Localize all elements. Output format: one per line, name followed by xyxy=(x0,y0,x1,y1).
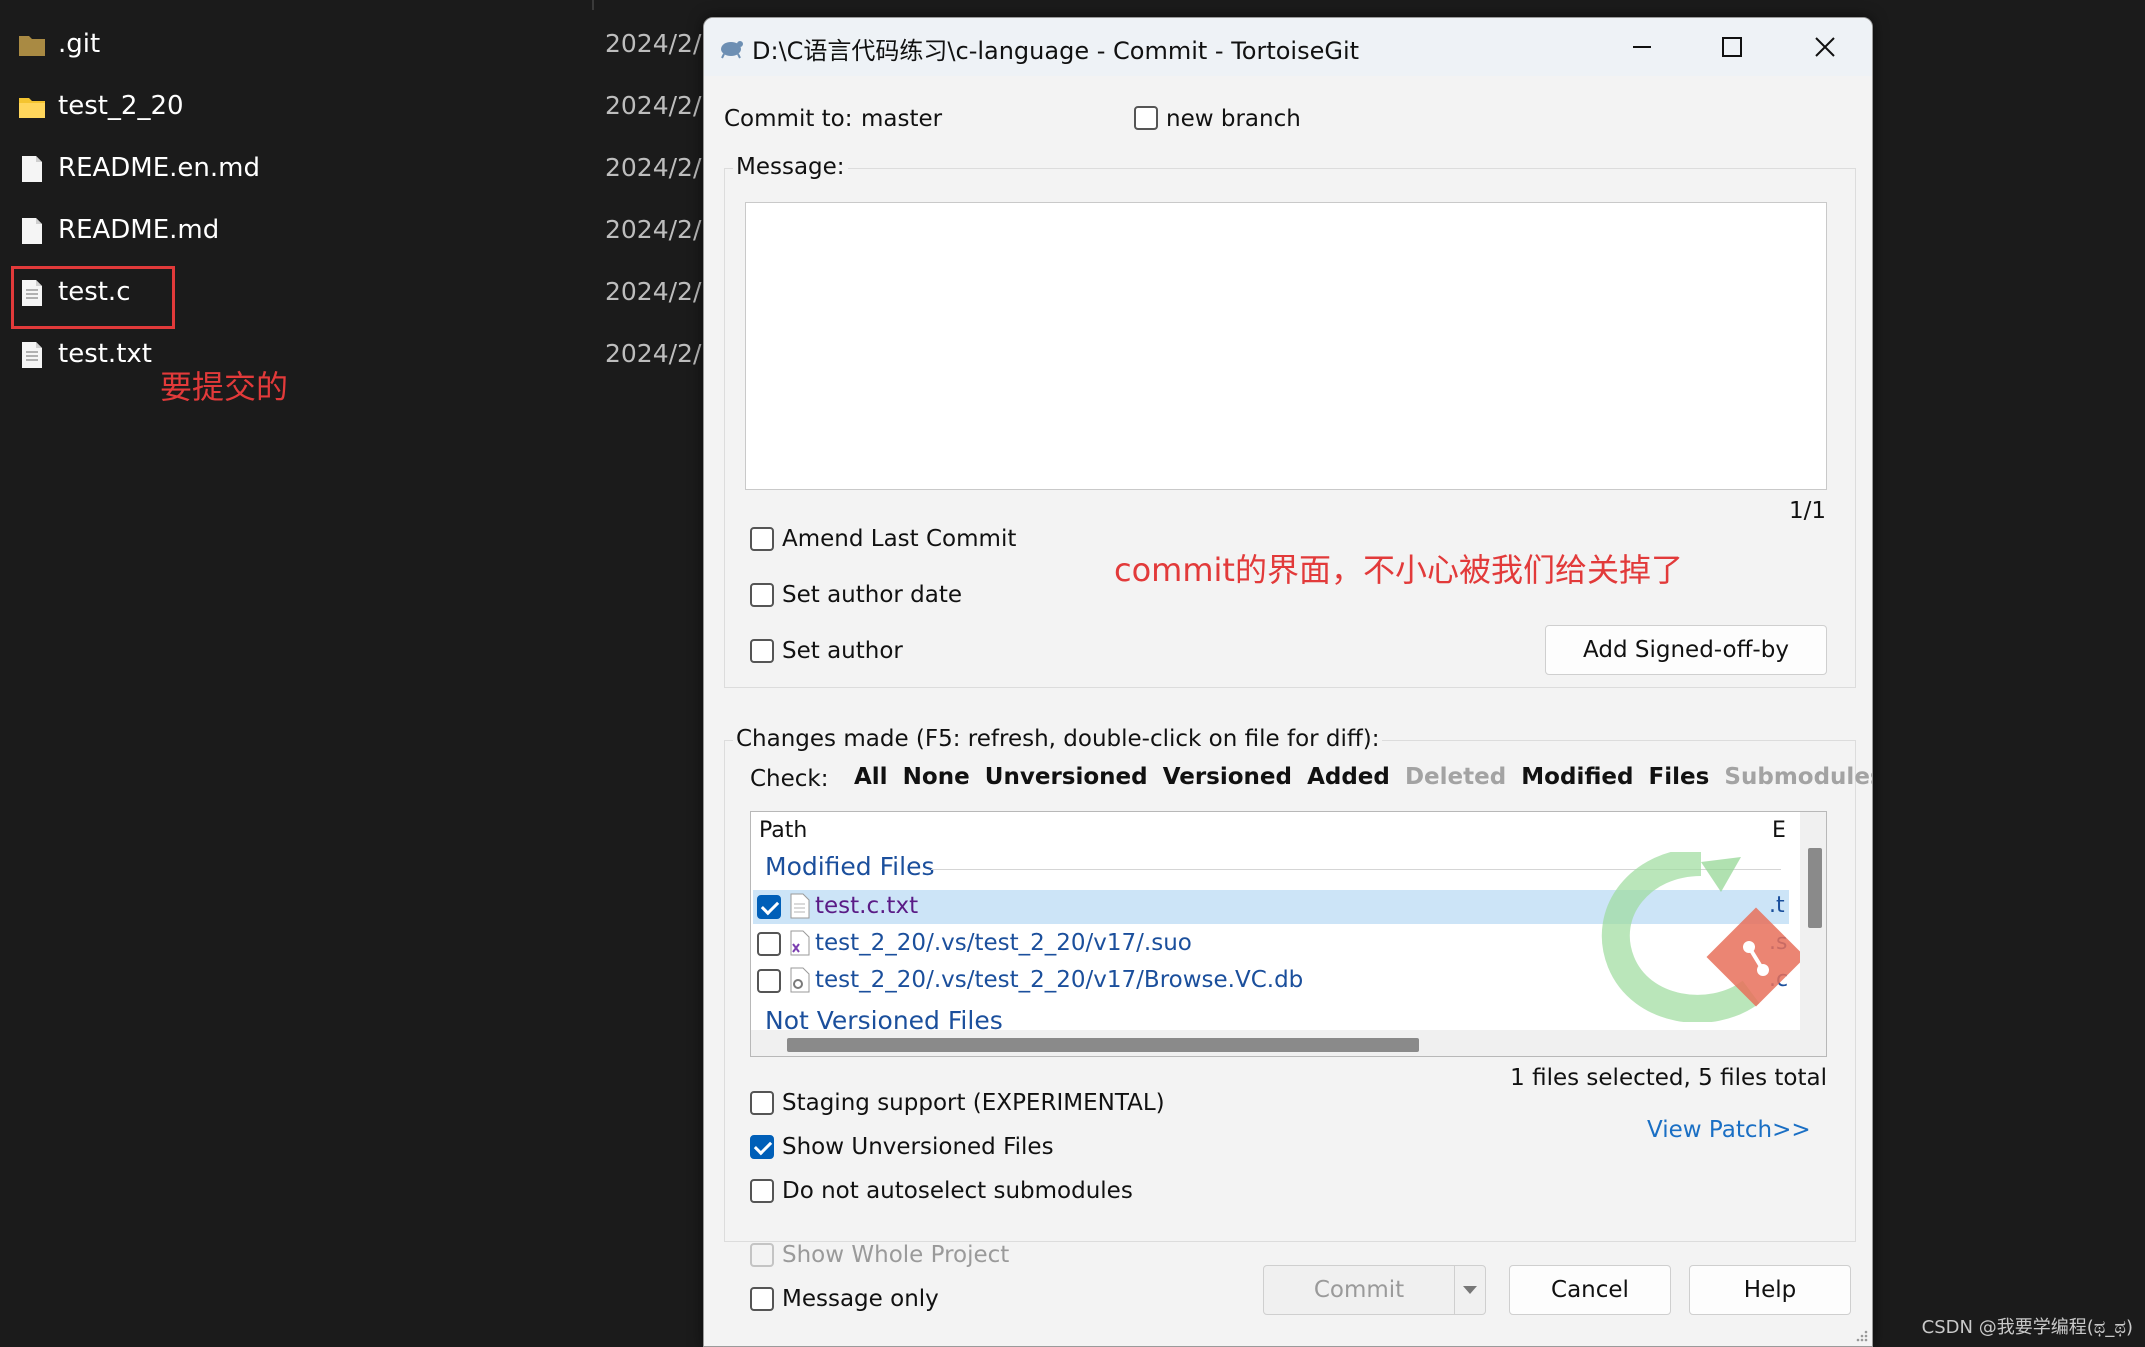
file-date: 2024/2/2 xyxy=(605,29,718,58)
close-button[interactable] xyxy=(1780,18,1870,76)
filter-submodules-link: Submodules xyxy=(1724,764,1873,790)
group-modified-files: Modified Files xyxy=(765,852,935,881)
folder-dark-icon xyxy=(19,36,45,56)
cancel-button[interactable]: Cancel xyxy=(1509,1265,1671,1315)
show-unversioned-checkbox[interactable] xyxy=(750,1135,774,1159)
text-file-icon xyxy=(790,893,810,919)
view-patch-link[interactable]: View Patch>> xyxy=(1647,1117,1811,1143)
help-button[interactable]: Help xyxy=(1689,1265,1851,1315)
text-file-icon xyxy=(22,342,42,368)
maximize-button[interactable] xyxy=(1687,18,1777,76)
commit-button[interactable]: Commit xyxy=(1263,1265,1455,1315)
file-date: 2024/2/2 xyxy=(605,339,718,368)
check-label: Check: xyxy=(750,766,829,792)
message-only-label: Message only xyxy=(782,1286,939,1312)
filter-all-link[interactable]: All xyxy=(854,764,888,790)
row-checkbox[interactable] xyxy=(757,932,781,956)
minimize-button[interactable] xyxy=(1597,18,1687,76)
staging-support-label: Staging support (EXPERIMENTAL) xyxy=(782,1090,1165,1116)
horizontal-scrollbar[interactable] xyxy=(751,1030,1826,1056)
changed-files-list[interactable]: Path E Modified Files test.c.txt .t test… xyxy=(750,811,1827,1057)
changes-label: Changes made (F5: refresh, double-click … xyxy=(733,726,1383,752)
amend-last-commit-checkbox[interactable] xyxy=(750,527,774,551)
file-row-git[interactable]: .git 2024/2/2 xyxy=(18,20,718,70)
file-date: 2024/2/2 xyxy=(605,91,718,120)
vertical-scrollbar[interactable] xyxy=(1800,812,1826,1056)
files-status-text: 1 files selected, 5 files total xyxy=(1510,1065,1827,1091)
file-path: test_2_20/.vs/test_2_20/v17/.suo xyxy=(815,930,1192,956)
file-name: README.en.md xyxy=(58,153,260,183)
new-branch-label: new branch xyxy=(1166,106,1301,132)
no-autoselect-submodules-checkbox[interactable] xyxy=(750,1179,774,1203)
column-header-path[interactable]: Path xyxy=(759,818,807,843)
file-date: 2024/2/2 xyxy=(605,277,718,306)
row-checkbox[interactable] xyxy=(757,969,781,993)
file-name: README.md xyxy=(58,215,220,245)
check-filter-links: All None Unversioned Versioned Added Del… xyxy=(854,764,1873,790)
file-explorer: .git 2024/2/2 test_2_20 2024/2/2 README.… xyxy=(0,0,720,1345)
show-unversioned-label: Show Unversioned Files xyxy=(782,1134,1054,1160)
csdn-watermark: CSDN @我要学编程(ಥ_ಥ) xyxy=(1921,1317,2133,1338)
show-whole-project-checkbox xyxy=(750,1243,774,1267)
file-row-test-txt[interactable]: test.txt 2024/2/2 xyxy=(18,330,718,380)
commit-dialog: D:\C语言代码练习\c-language - Commit - Tortois… xyxy=(703,17,1873,1347)
commit-message-textarea[interactable] xyxy=(745,202,1827,490)
filter-unversioned-link[interactable]: Unversioned xyxy=(985,764,1148,790)
visual-studio-file-icon xyxy=(790,930,810,956)
minimize-icon xyxy=(1633,46,1651,48)
filter-added-link[interactable]: Added xyxy=(1307,764,1390,790)
folder-icon xyxy=(19,98,45,118)
column-header-ext[interactable]: E xyxy=(1772,818,1786,843)
file-row-readme[interactable]: README.md 2024/2/2 xyxy=(18,206,718,256)
branch-name: master xyxy=(861,106,943,132)
filter-files-link[interactable]: Files xyxy=(1649,764,1710,790)
maximize-icon xyxy=(1722,37,1742,57)
commit-to-label: Commit to: xyxy=(724,106,853,132)
staging-support-checkbox[interactable] xyxy=(750,1091,774,1115)
file-name: test_2_20 xyxy=(58,91,184,121)
annotation-to-commit: 要提交的 xyxy=(160,368,289,406)
tortoisegit-watermark-icon xyxy=(1601,852,1806,1022)
set-author-date-label: Set author date xyxy=(782,582,963,608)
chevron-down-icon xyxy=(1463,1286,1477,1294)
filter-versioned-link[interactable]: Versioned xyxy=(1163,764,1292,790)
amend-last-commit-label: Amend Last Commit xyxy=(782,526,1017,552)
row-checkbox[interactable] xyxy=(757,895,781,919)
close-icon xyxy=(1815,37,1835,57)
filter-none-link[interactable]: None xyxy=(903,764,970,790)
file-icon xyxy=(22,218,42,244)
show-whole-project-label: Show Whole Project xyxy=(782,1242,1010,1268)
file-row-readme-en[interactable]: README.en.md 2024/2/2 xyxy=(18,144,718,194)
set-author-checkbox[interactable] xyxy=(750,639,774,663)
message-counter: 1/1 xyxy=(1789,498,1827,524)
file-icon xyxy=(22,156,42,182)
vertical-scroll-thumb[interactable] xyxy=(1808,848,1822,928)
message-only-checkbox[interactable] xyxy=(750,1287,774,1311)
column-separator[interactable] xyxy=(592,0,594,10)
resize-grip-icon[interactable] xyxy=(1854,1328,1868,1342)
new-branch-checkbox[interactable] xyxy=(1134,106,1158,130)
add-signed-off-by-button[interactable]: Add Signed-off-by xyxy=(1545,625,1827,675)
title-bar[interactable]: D:\C语言代码练习\c-language - Commit - Tortois… xyxy=(704,18,1872,76)
filter-modified-link[interactable]: Modified xyxy=(1521,764,1633,790)
file-date: 2024/2/2 xyxy=(605,153,718,182)
file-date: 2024/2/2 xyxy=(605,215,718,244)
set-author-label: Set author xyxy=(782,638,903,664)
commit-dropdown-button[interactable] xyxy=(1454,1265,1486,1315)
annotation-dialog-closed: commit的界面，不小心被我们给关掉了 xyxy=(1114,551,1683,589)
database-file-icon xyxy=(790,967,810,993)
set-author-date-checkbox[interactable] xyxy=(750,583,774,607)
filter-deleted-link: Deleted xyxy=(1404,764,1507,790)
no-autoselect-submodules-label: Do not autoselect submodules xyxy=(782,1178,1133,1204)
window-title: D:\C语言代码练习\c-language - Commit - Tortois… xyxy=(752,37,1360,65)
file-name: test.txt xyxy=(58,339,152,369)
file-row-test-2-20[interactable]: test_2_20 2024/2/2 xyxy=(18,82,718,132)
message-label: Message: xyxy=(733,154,848,180)
annotation-highlight-box xyxy=(11,266,175,329)
horizontal-scroll-thumb[interactable] xyxy=(787,1038,1419,1052)
tortoise-icon xyxy=(721,41,743,59)
file-path: test_2_20/.vs/test_2_20/v17/Browse.VC.db xyxy=(815,967,1304,993)
file-name: .git xyxy=(58,29,101,59)
file-path: test.c.txt xyxy=(815,893,919,919)
